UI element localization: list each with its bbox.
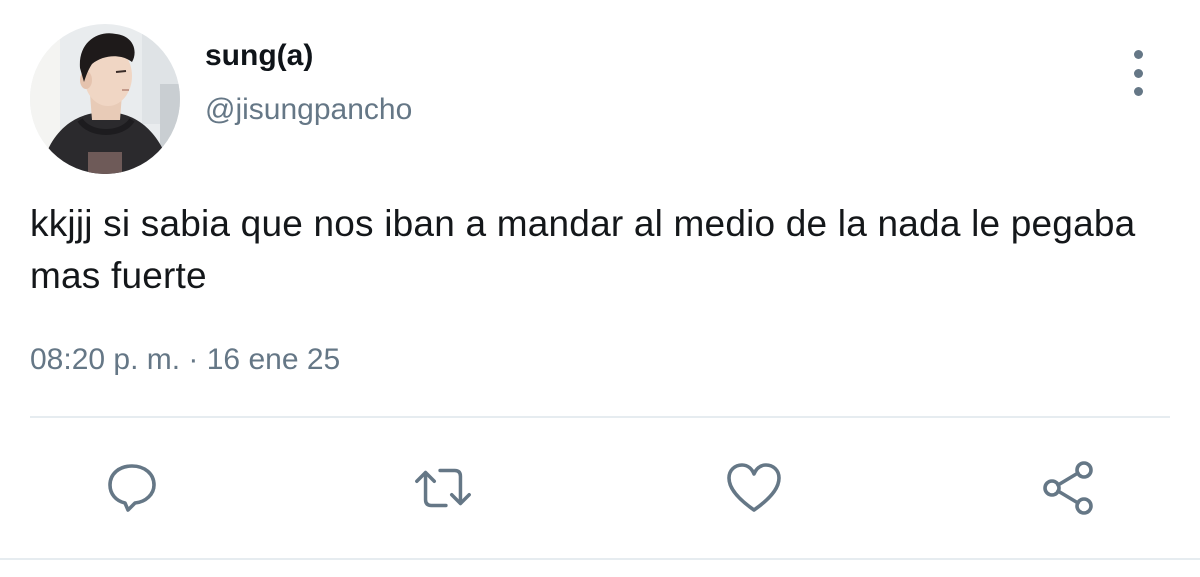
divider [30, 416, 1170, 418]
reply-button[interactable] [100, 456, 164, 520]
more-vertical-icon [1133, 87, 1143, 96]
like-button[interactable] [722, 456, 786, 520]
tweet-card: sung(a) @jisungpancho kkjjj si sabia que… [0, 0, 1200, 577]
retweet-icon [415, 468, 471, 508]
more-options-button[interactable] [1118, 50, 1158, 96]
more-vertical-icon [1133, 68, 1143, 78]
avatar[interactable] [30, 24, 180, 174]
heart-icon [727, 463, 781, 512]
share-button[interactable] [1036, 456, 1100, 520]
avatar-image [30, 24, 180, 174]
tweet-text: kkjjj si sabia que nos iban a mandar al … [30, 203, 1136, 296]
bottom-divider [0, 558, 1200, 560]
tweet-timestamp[interactable]: 08:20 p. m. · 16 ene 25 [30, 340, 340, 380]
more-vertical-icon [1133, 50, 1143, 59]
reply-icon [108, 464, 156, 512]
user-handle[interactable]: @jisungpancho [205, 90, 412, 130]
share-icon [1043, 461, 1093, 515]
display-name[interactable]: sung(a) [205, 36, 313, 76]
retweet-button[interactable] [411, 456, 475, 520]
